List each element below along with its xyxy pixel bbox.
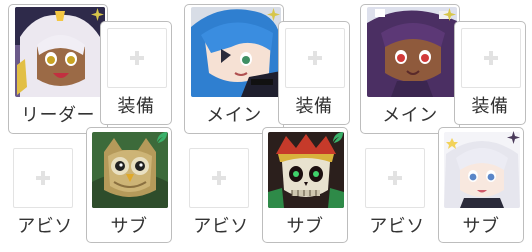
- plus-icon: [365, 148, 425, 208]
- leaf-icon: [331, 131, 344, 144]
- leader-equip-card[interactable]: 装備: [100, 21, 172, 125]
- sub-character-card-3[interactable]: サブ: [438, 127, 524, 243]
- abiso-label-1: アビソ: [17, 216, 73, 237]
- abiso-slot-3[interactable]: アビソ: [354, 141, 440, 245]
- sparkle-icon: [267, 8, 280, 21]
- sub-character-card-1[interactable]: サブ: [86, 127, 172, 243]
- sub-label-1: サブ: [110, 216, 148, 237]
- plus-icon: [461, 28, 521, 88]
- main-equip-label-2: 装備: [471, 96, 509, 117]
- abiso-slot-2[interactable]: アビソ: [178, 141, 264, 245]
- main-equip-label-1: 装備: [295, 96, 333, 117]
- leader-character-card[interactable]: リーダー: [8, 4, 108, 134]
- sparkle-icon: [91, 8, 104, 21]
- plus-icon: [13, 148, 73, 208]
- main-role-label-2: メイン: [382, 105, 438, 126]
- plus-icon: [189, 148, 249, 208]
- dark-star-icon: [507, 131, 520, 144]
- sparkle-icon: [443, 8, 456, 21]
- abiso-label-2: アビソ: [193, 216, 249, 237]
- leader-role-label: リーダー: [21, 105, 95, 126]
- plus-icon: [107, 28, 167, 88]
- abiso-label-3: アビソ: [369, 216, 425, 237]
- sub-label-2: サブ: [286, 216, 324, 237]
- main-character-card-2[interactable]: メイン: [360, 4, 460, 134]
- main-role-label-1: メイン: [206, 105, 262, 126]
- plus-icon: [285, 28, 345, 88]
- leader-equip-label: 装備: [117, 96, 155, 117]
- sub-character-card-2[interactable]: サブ: [262, 127, 348, 243]
- sub-label-3: サブ: [462, 216, 500, 237]
- leaf-icon: [155, 131, 168, 144]
- main-equip-card-2[interactable]: 装備: [454, 21, 526, 125]
- abiso-slot-1[interactable]: アビソ: [2, 141, 88, 245]
- main-equip-card-1[interactable]: 装備: [278, 21, 350, 125]
- main-character-card-1[interactable]: メイン: [184, 4, 284, 134]
